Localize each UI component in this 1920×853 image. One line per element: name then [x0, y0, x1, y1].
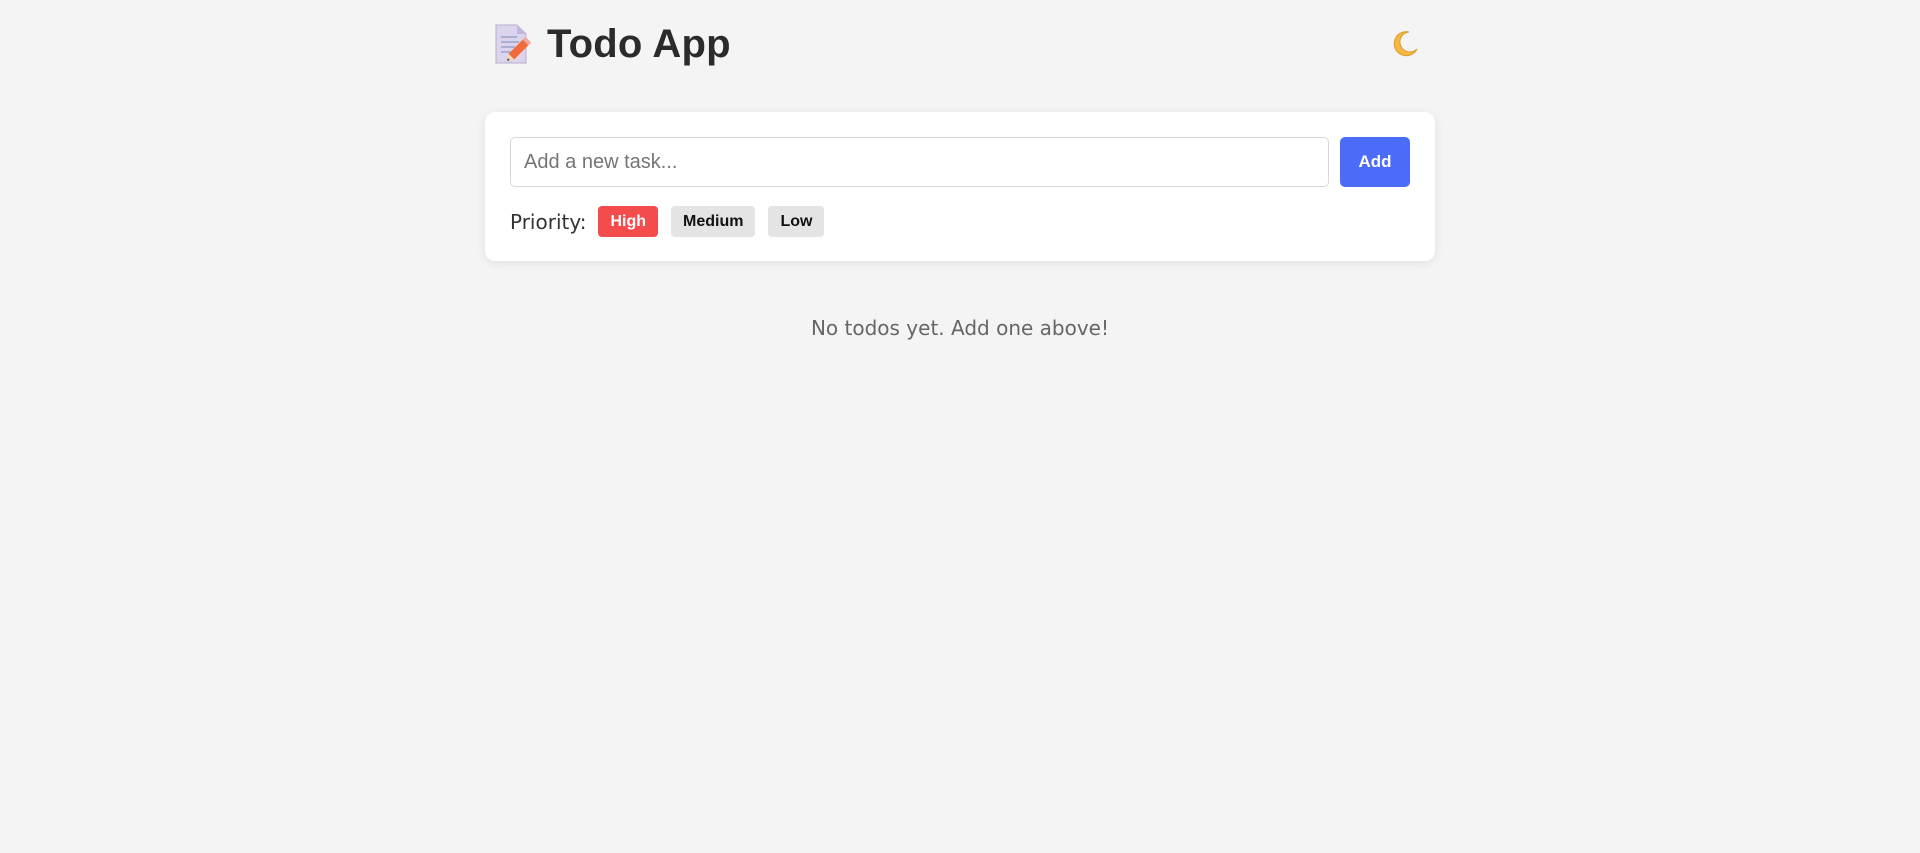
notepad-pencil-icon — [493, 23, 532, 65]
priority-low-button[interactable]: Low — [768, 206, 825, 237]
theme-toggle-button[interactable] — [1387, 28, 1423, 64]
priority-selector: Priority: High Medium Low — [510, 206, 837, 237]
add-task-card: Add Priority: High Medium Low — [485, 112, 1435, 261]
page-title: Todo App — [547, 22, 731, 66]
moon-icon — [1390, 29, 1420, 64]
app-container: Todo App Add Priority: High Medium Low N… — [485, 0, 1435, 340]
add-button[interactable]: Add — [1340, 137, 1410, 187]
task-input[interactable] — [510, 137, 1329, 187]
header: Todo App — [485, 0, 1435, 90]
priority-label: Priority: — [510, 209, 587, 234]
priority-medium-button[interactable]: Medium — [671, 206, 756, 237]
priority-high-button[interactable]: High — [598, 206, 659, 237]
title-wrap: Todo App — [493, 20, 731, 68]
empty-state-message: No todos yet. Add one above! — [810, 316, 1110, 340]
